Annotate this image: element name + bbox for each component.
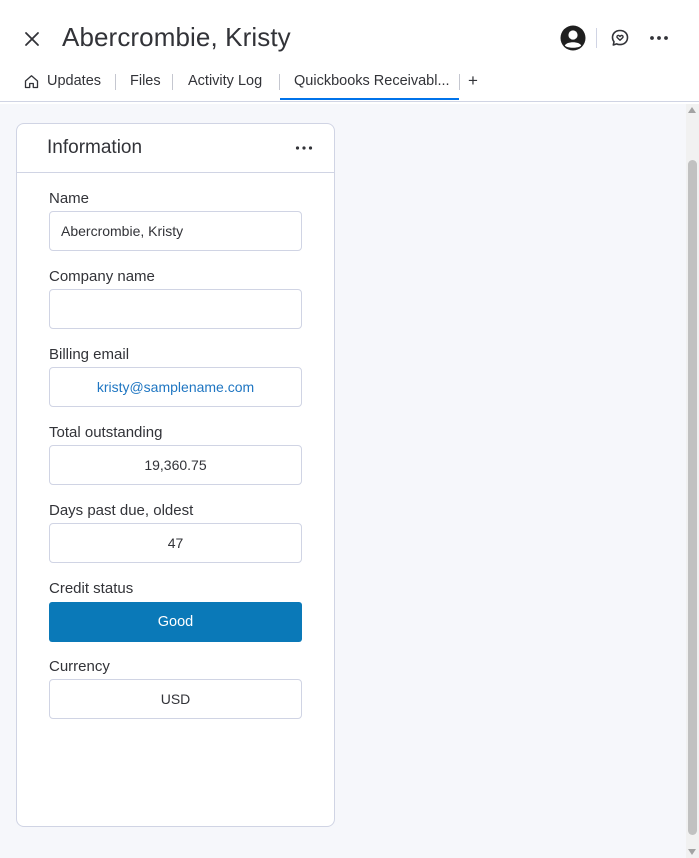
add-tab-button[interactable]: + [468,66,482,96]
days-past-due-field[interactable]: 47 [49,523,302,563]
credit-status-badge[interactable]: Good [49,602,302,642]
company-name-field[interactable] [49,289,302,329]
active-tab-indicator [280,98,459,100]
tab-activity-log[interactable]: Activity Log [188,66,262,99]
credit-status-label: Credit status [49,580,134,597]
name-field[interactable]: Abercrombie, Kristy [49,211,302,251]
total-outstanding-field[interactable]: 19,360.75 [49,445,302,485]
days-past-due-value: 47 [167,535,184,551]
tab-divider [115,74,116,90]
chat-heart-icon[interactable] [610,28,630,48]
vertical-scrollbar[interactable] [686,104,699,858]
scrollbar-thumb[interactable] [688,160,697,835]
header-divider [596,28,597,48]
scroll-down-arrow-icon[interactable] [688,849,696,855]
home-icon [24,74,39,89]
more-horizontal-icon[interactable] [648,28,670,48]
days-past-due-label: Days past due, oldest [49,502,194,519]
tab-divider [172,74,173,90]
card-divider [17,172,334,173]
company-name-value [50,301,61,317]
information-card: Information Name Abercrombie, Kristy Com… [16,123,335,827]
tab-updates[interactable]: Updates [47,66,101,99]
user-avatar-icon[interactable] [560,25,586,51]
tab-files[interactable]: Files [130,66,161,99]
card-title: Information [47,137,143,158]
close-icon[interactable] [22,29,42,49]
tab-divider [279,74,280,90]
total-outstanding-label: Total outstanding [49,424,163,441]
billing-email-link[interactable]: kristy@samplename.com [97,379,254,395]
billing-email-label: Billing email [49,346,130,363]
scroll-up-arrow-icon[interactable] [688,107,696,113]
currency-field[interactable]: USD [49,679,302,719]
name-label: Name [49,190,90,207]
header-border [0,101,699,102]
currency-label: Currency [49,658,110,675]
total-outstanding-value: 19,360.75 [144,457,207,473]
currency-value: USD [160,691,191,707]
more-horizontal-icon[interactable] [294,138,314,158]
tab-quickbooks-receivables[interactable]: Quickbooks Receivabl... [294,66,450,99]
name-value: Abercrombie, Kristy [61,223,184,239]
item-header: Abercrombie, Kristy Updates Files Activi… [0,0,699,104]
item-title[interactable]: Abercrombie, Kristy [62,22,291,53]
tab-divider [459,74,460,90]
company-name-label: Company name [49,268,155,285]
tab-bar: Updates Files Activity Log Quickbooks Re… [0,66,699,102]
content-area: Information Name Abercrombie, Kristy Com… [0,104,686,858]
billing-email-field[interactable]: kristy@samplename.com [49,367,302,407]
